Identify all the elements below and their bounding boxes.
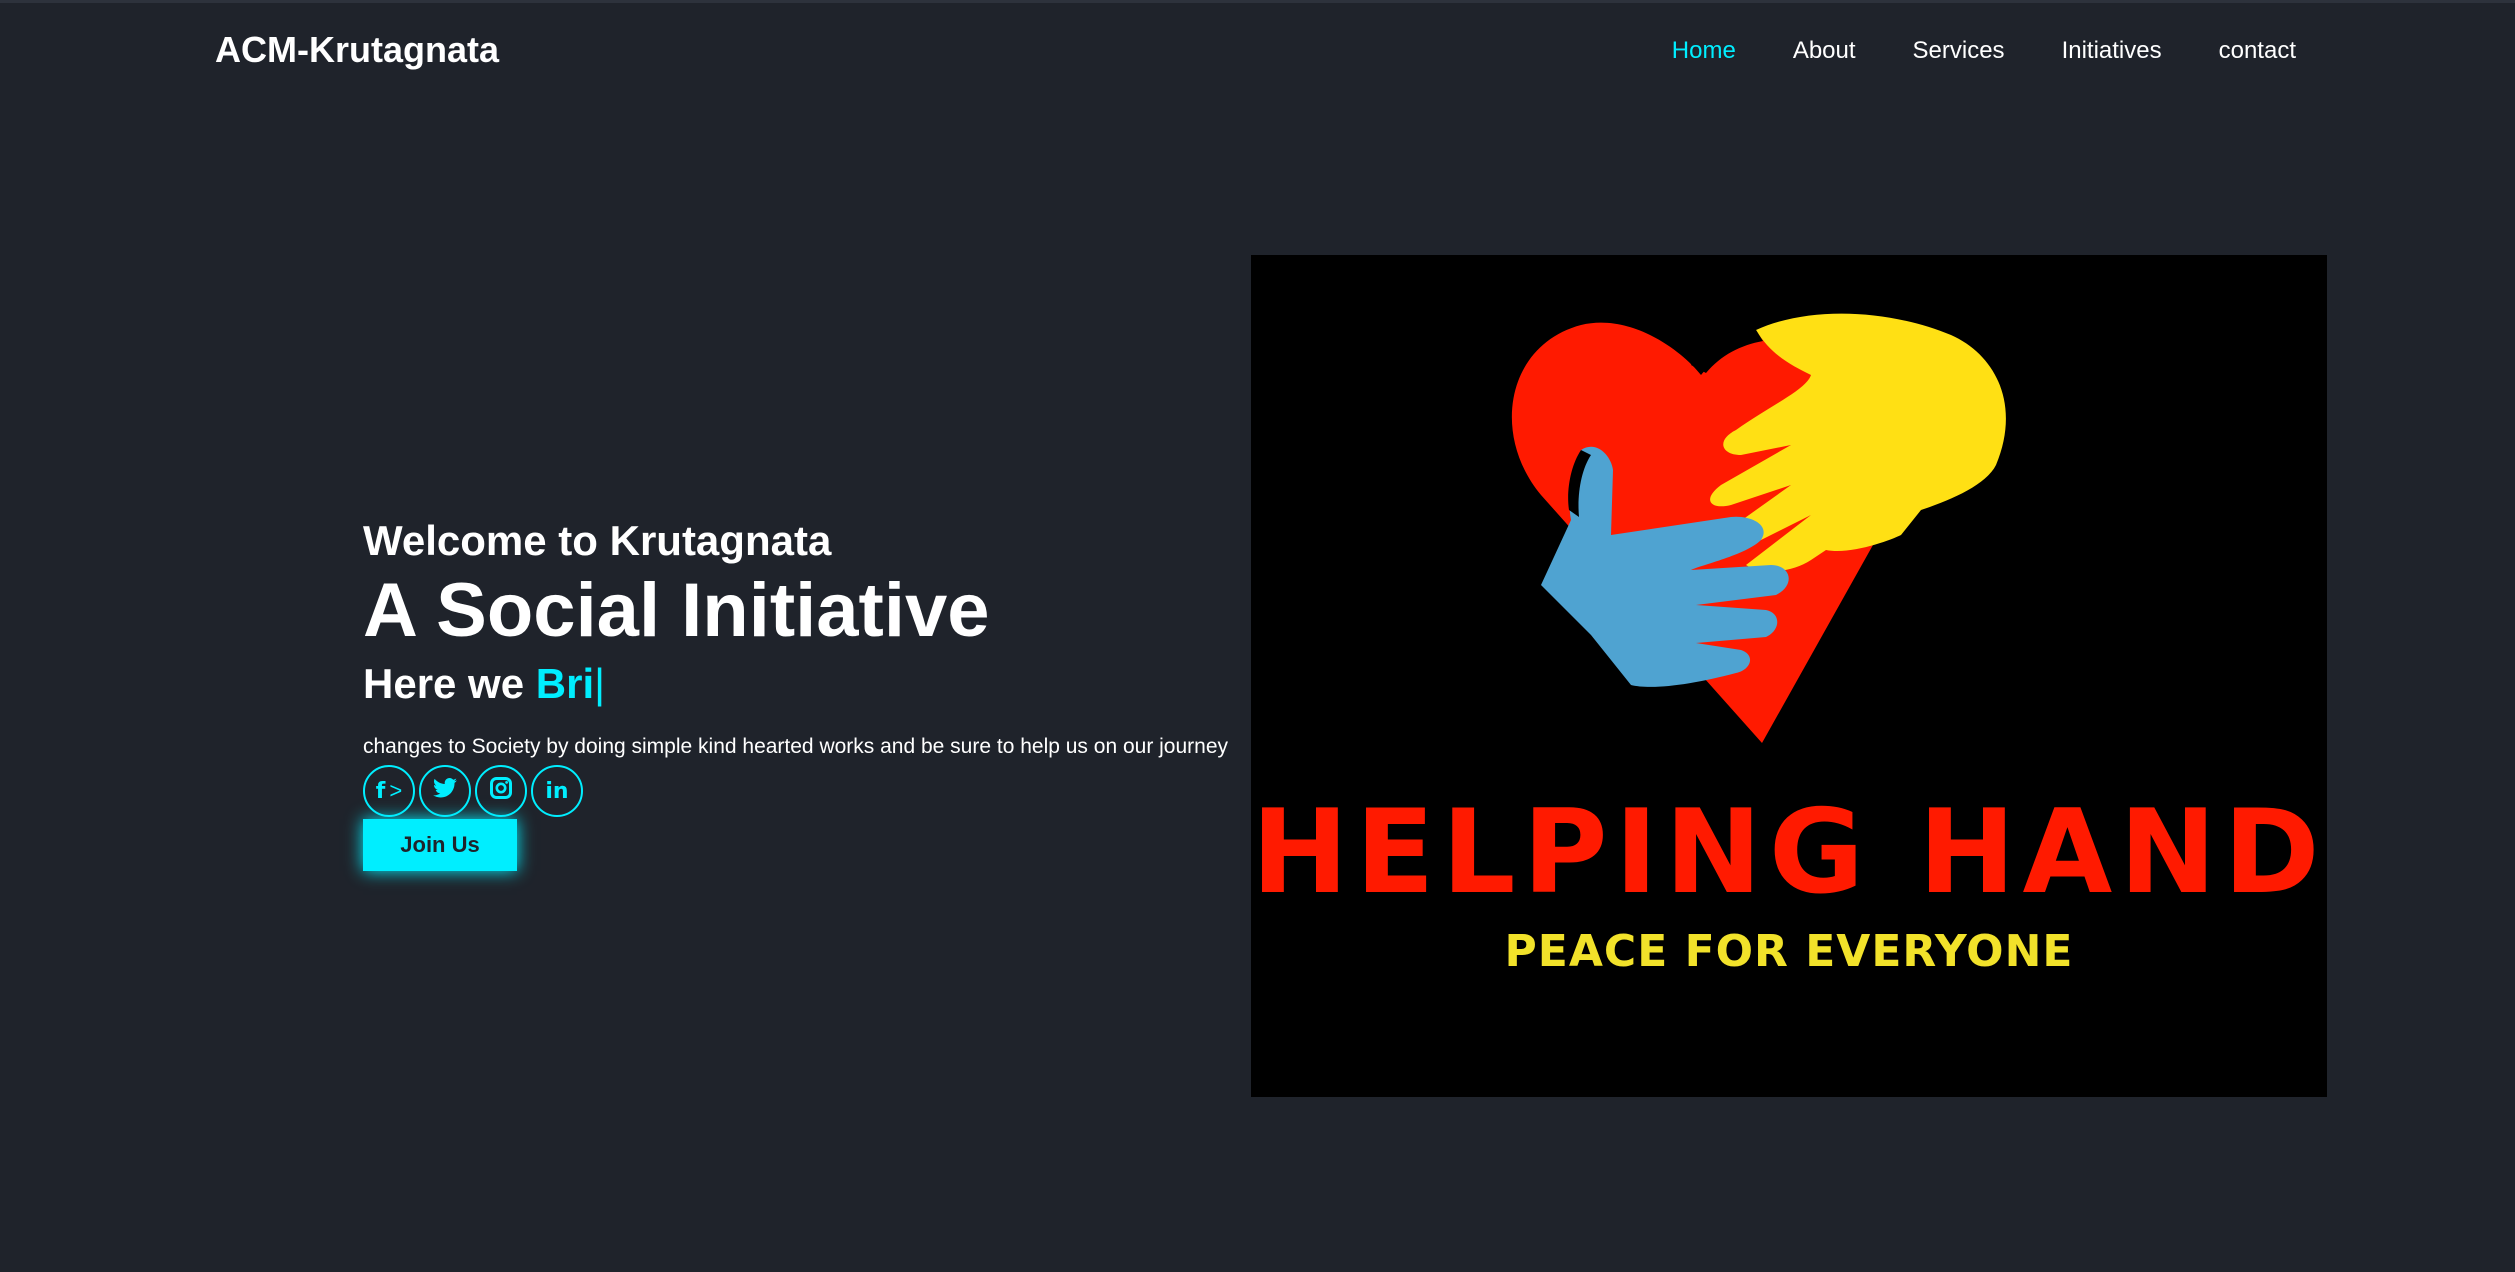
chevron-right-icon: > [389, 778, 403, 803]
image-subtitle: PEACE FOR EVERYONE [1504, 926, 2074, 977]
twitter-link[interactable] [419, 765, 471, 817]
instagram-link[interactable] [475, 765, 527, 817]
hero-text: Welcome to Krutagnata A Social Initiativ… [363, 514, 1263, 871]
nav-services[interactable]: Services [1913, 37, 2005, 65]
nav-about[interactable]: About [1793, 37, 1856, 65]
instagram-icon [490, 777, 512, 805]
facebook-icon: f [375, 778, 386, 804]
twitter-icon [433, 778, 457, 804]
helping-hand-image: HELPING HAND PEACE FOR EVERYONE [1251, 255, 2327, 1097]
hero-headline: A Social Initiative [363, 568, 990, 653]
welcome-heading: Welcome to Krutagnata [363, 517, 832, 564]
site-logo[interactable]: ACM-Krutagnata [215, 29, 499, 71]
linkedin-link[interactable]: in [531, 765, 583, 817]
facebook-link[interactable]: f > [363, 765, 415, 817]
image-title: HELPING HAND [1251, 785, 2327, 920]
join-us-button[interactable]: Join Us [363, 819, 517, 871]
main-nav: Home About Services Initiatives contact [1615, 37, 2296, 65]
nav-home[interactable]: Home [1672, 37, 1736, 65]
page: ACM-Krutagnata Home About Services Initi… [0, 0, 2515, 1272]
tagline-prefix: Here we [363, 660, 536, 707]
tagline-typed-text: Bri [535, 660, 595, 707]
nav-contact[interactable]: contact [2219, 37, 2296, 65]
linkedin-icon: in [545, 778, 569, 804]
nav-initiatives[interactable]: Initiatives [2062, 37, 2162, 65]
typing-cursor: | [594, 660, 606, 707]
header: ACM-Krutagnata Home About Services Initi… [0, 3, 2515, 103]
hero-tagline: Here we Bri| [363, 654, 1263, 714]
hero-description: changes to Society by doing simple kind … [363, 735, 1229, 758]
social-links: f > in [363, 765, 1263, 817]
